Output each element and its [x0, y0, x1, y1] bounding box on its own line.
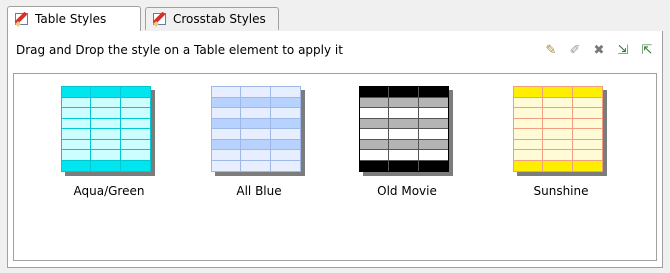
style-thumbnail	[513, 86, 609, 176]
tab-label: Crosstab Styles	[173, 12, 266, 26]
toolbar: ✎ ✐ ✖ ⇲ ⇱	[542, 41, 656, 59]
style-label: Sunshine	[533, 184, 589, 198]
style-thumbnail	[61, 86, 157, 176]
style-item[interactable]: Old Movie	[352, 86, 462, 198]
style-item[interactable]: All Blue	[204, 86, 314, 198]
style-thumbnail	[359, 86, 455, 176]
import-style-icon[interactable]: ⇲	[614, 41, 632, 59]
new-style-icon[interactable]: ✎	[542, 41, 560, 59]
style-thumbnail	[211, 86, 307, 176]
tab-label: Table Styles	[35, 12, 107, 26]
tab-crosstab-styles[interactable]: Crosstab Styles	[145, 7, 279, 30]
style-label: Old Movie	[377, 184, 437, 198]
crosstab-style-icon	[152, 11, 168, 27]
edit-style-icon[interactable]: ✐	[566, 41, 584, 59]
table-styles-panel: Drag and Drop the style on a Table eleme…	[7, 31, 663, 268]
style-label: All Blue	[236, 184, 282, 198]
instruction-text: Drag and Drop the style on a Table eleme…	[16, 43, 343, 57]
tab-table-styles[interactable]: Table Styles	[7, 6, 141, 31]
table-style-icon	[14, 11, 30, 27]
style-label: Aqua/Green	[73, 184, 145, 198]
tab-bar: Table Styles Crosstab Styles	[7, 5, 663, 32]
delete-style-icon[interactable]: ✖	[590, 41, 608, 59]
panel-header: Drag and Drop the style on a Table eleme…	[8, 31, 662, 71]
style-item[interactable]: Sunshine	[506, 86, 616, 198]
styles-view: Table Styles Crosstab Styles Drag and Dr…	[7, 5, 663, 268]
style-gallery: Aqua/Green All Blue Old Movie Sunshine	[13, 73, 657, 261]
export-style-icon[interactable]: ⇱	[638, 41, 656, 59]
style-item[interactable]: Aqua/Green	[54, 86, 164, 198]
